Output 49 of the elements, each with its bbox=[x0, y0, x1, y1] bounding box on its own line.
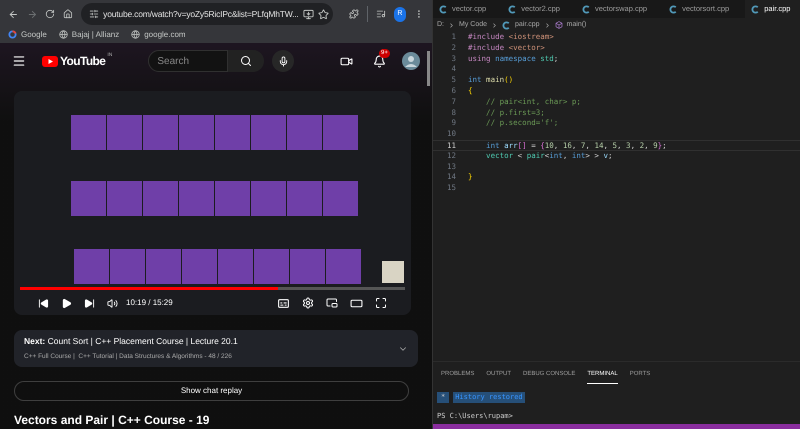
search-button[interactable] bbox=[228, 50, 264, 72]
url-text: youtube.com/watch?v=yoZy5RicIPc&list=PLfqMhTW... bbox=[103, 8, 299, 21]
video-player[interactable]: 10:19 / 15:29 bbox=[14, 91, 411, 315]
cpp-file-icon bbox=[751, 4, 760, 14]
cpp-file-icon bbox=[669, 4, 678, 14]
google-icon bbox=[8, 30, 17, 40]
cpp-file-icon bbox=[582, 4, 591, 14]
media-icon[interactable] bbox=[376, 8, 386, 20]
method-icon bbox=[554, 21, 563, 29]
reload-icon[interactable] bbox=[45, 8, 56, 20]
site-info-icon[interactable] bbox=[89, 9, 100, 20]
install-icon[interactable] bbox=[302, 8, 314, 20]
cpp-file-icon bbox=[439, 4, 448, 14]
microphone-icon bbox=[278, 56, 289, 66]
theater-mode-icon[interactable] bbox=[350, 296, 363, 310]
show-chat-replay-button[interactable]: Show chat replay bbox=[14, 381, 409, 401]
settings-icon[interactable] bbox=[302, 297, 314, 309]
fullscreen-icon[interactable] bbox=[375, 297, 387, 309]
breadcrumb-chevron-icon bbox=[491, 22, 498, 28]
bell-icon[interactable] bbox=[373, 54, 386, 68]
menu-icon[interactable] bbox=[12, 54, 26, 68]
youtube-logo[interactable]: YouTube $^{IN}$ bbox=[42, 52, 112, 70]
progress-track[interactable] bbox=[20, 287, 405, 290]
play-icon[interactable] bbox=[61, 298, 72, 308]
globe-icon bbox=[131, 30, 140, 40]
extensions-icon[interactable] bbox=[349, 8, 360, 20]
search-field[interactable]: Search bbox=[148, 50, 228, 72]
home-icon[interactable] bbox=[63, 8, 74, 20]
breadcrumb-chevron-icon bbox=[544, 22, 551, 28]
voice-search-button[interactable] bbox=[272, 50, 294, 72]
next-icon[interactable] bbox=[84, 298, 95, 308]
breadcrumb-chevron-icon bbox=[448, 22, 455, 28]
time-display: 10:19 / 15:29 bbox=[126, 297, 173, 309]
volume-icon[interactable] bbox=[107, 298, 118, 308]
bookmark[interactable]: Bajaj | Allianz bbox=[58, 28, 120, 41]
create-icon[interactable] bbox=[340, 54, 353, 68]
address-bar[interactable]: youtube.com/watch?v=yoZy5RicIPc&list=PLfqMhTW... bbox=[81, 3, 334, 26]
play-logo-icon bbox=[42, 56, 58, 66]
bookmark-star-icon[interactable] bbox=[318, 8, 329, 20]
bookmark[interactable]: google.com bbox=[131, 28, 186, 41]
user-avatar[interactable] bbox=[402, 52, 420, 70]
globe-icon bbox=[58, 30, 68, 40]
previous-icon[interactable] bbox=[38, 298, 49, 308]
miniplayer-icon[interactable] bbox=[326, 297, 338, 309]
bookmark[interactable]: Google bbox=[8, 28, 47, 41]
captions-icon[interactable] bbox=[277, 296, 290, 310]
next-video-title: Next: Count Sort | C++ Placement Course | Lecture 20.1 bbox=[24, 335, 238, 348]
search-icon bbox=[240, 55, 252, 67]
video-title: Vectors and Pair | C++ Course - 19 bbox=[14, 412, 210, 429]
